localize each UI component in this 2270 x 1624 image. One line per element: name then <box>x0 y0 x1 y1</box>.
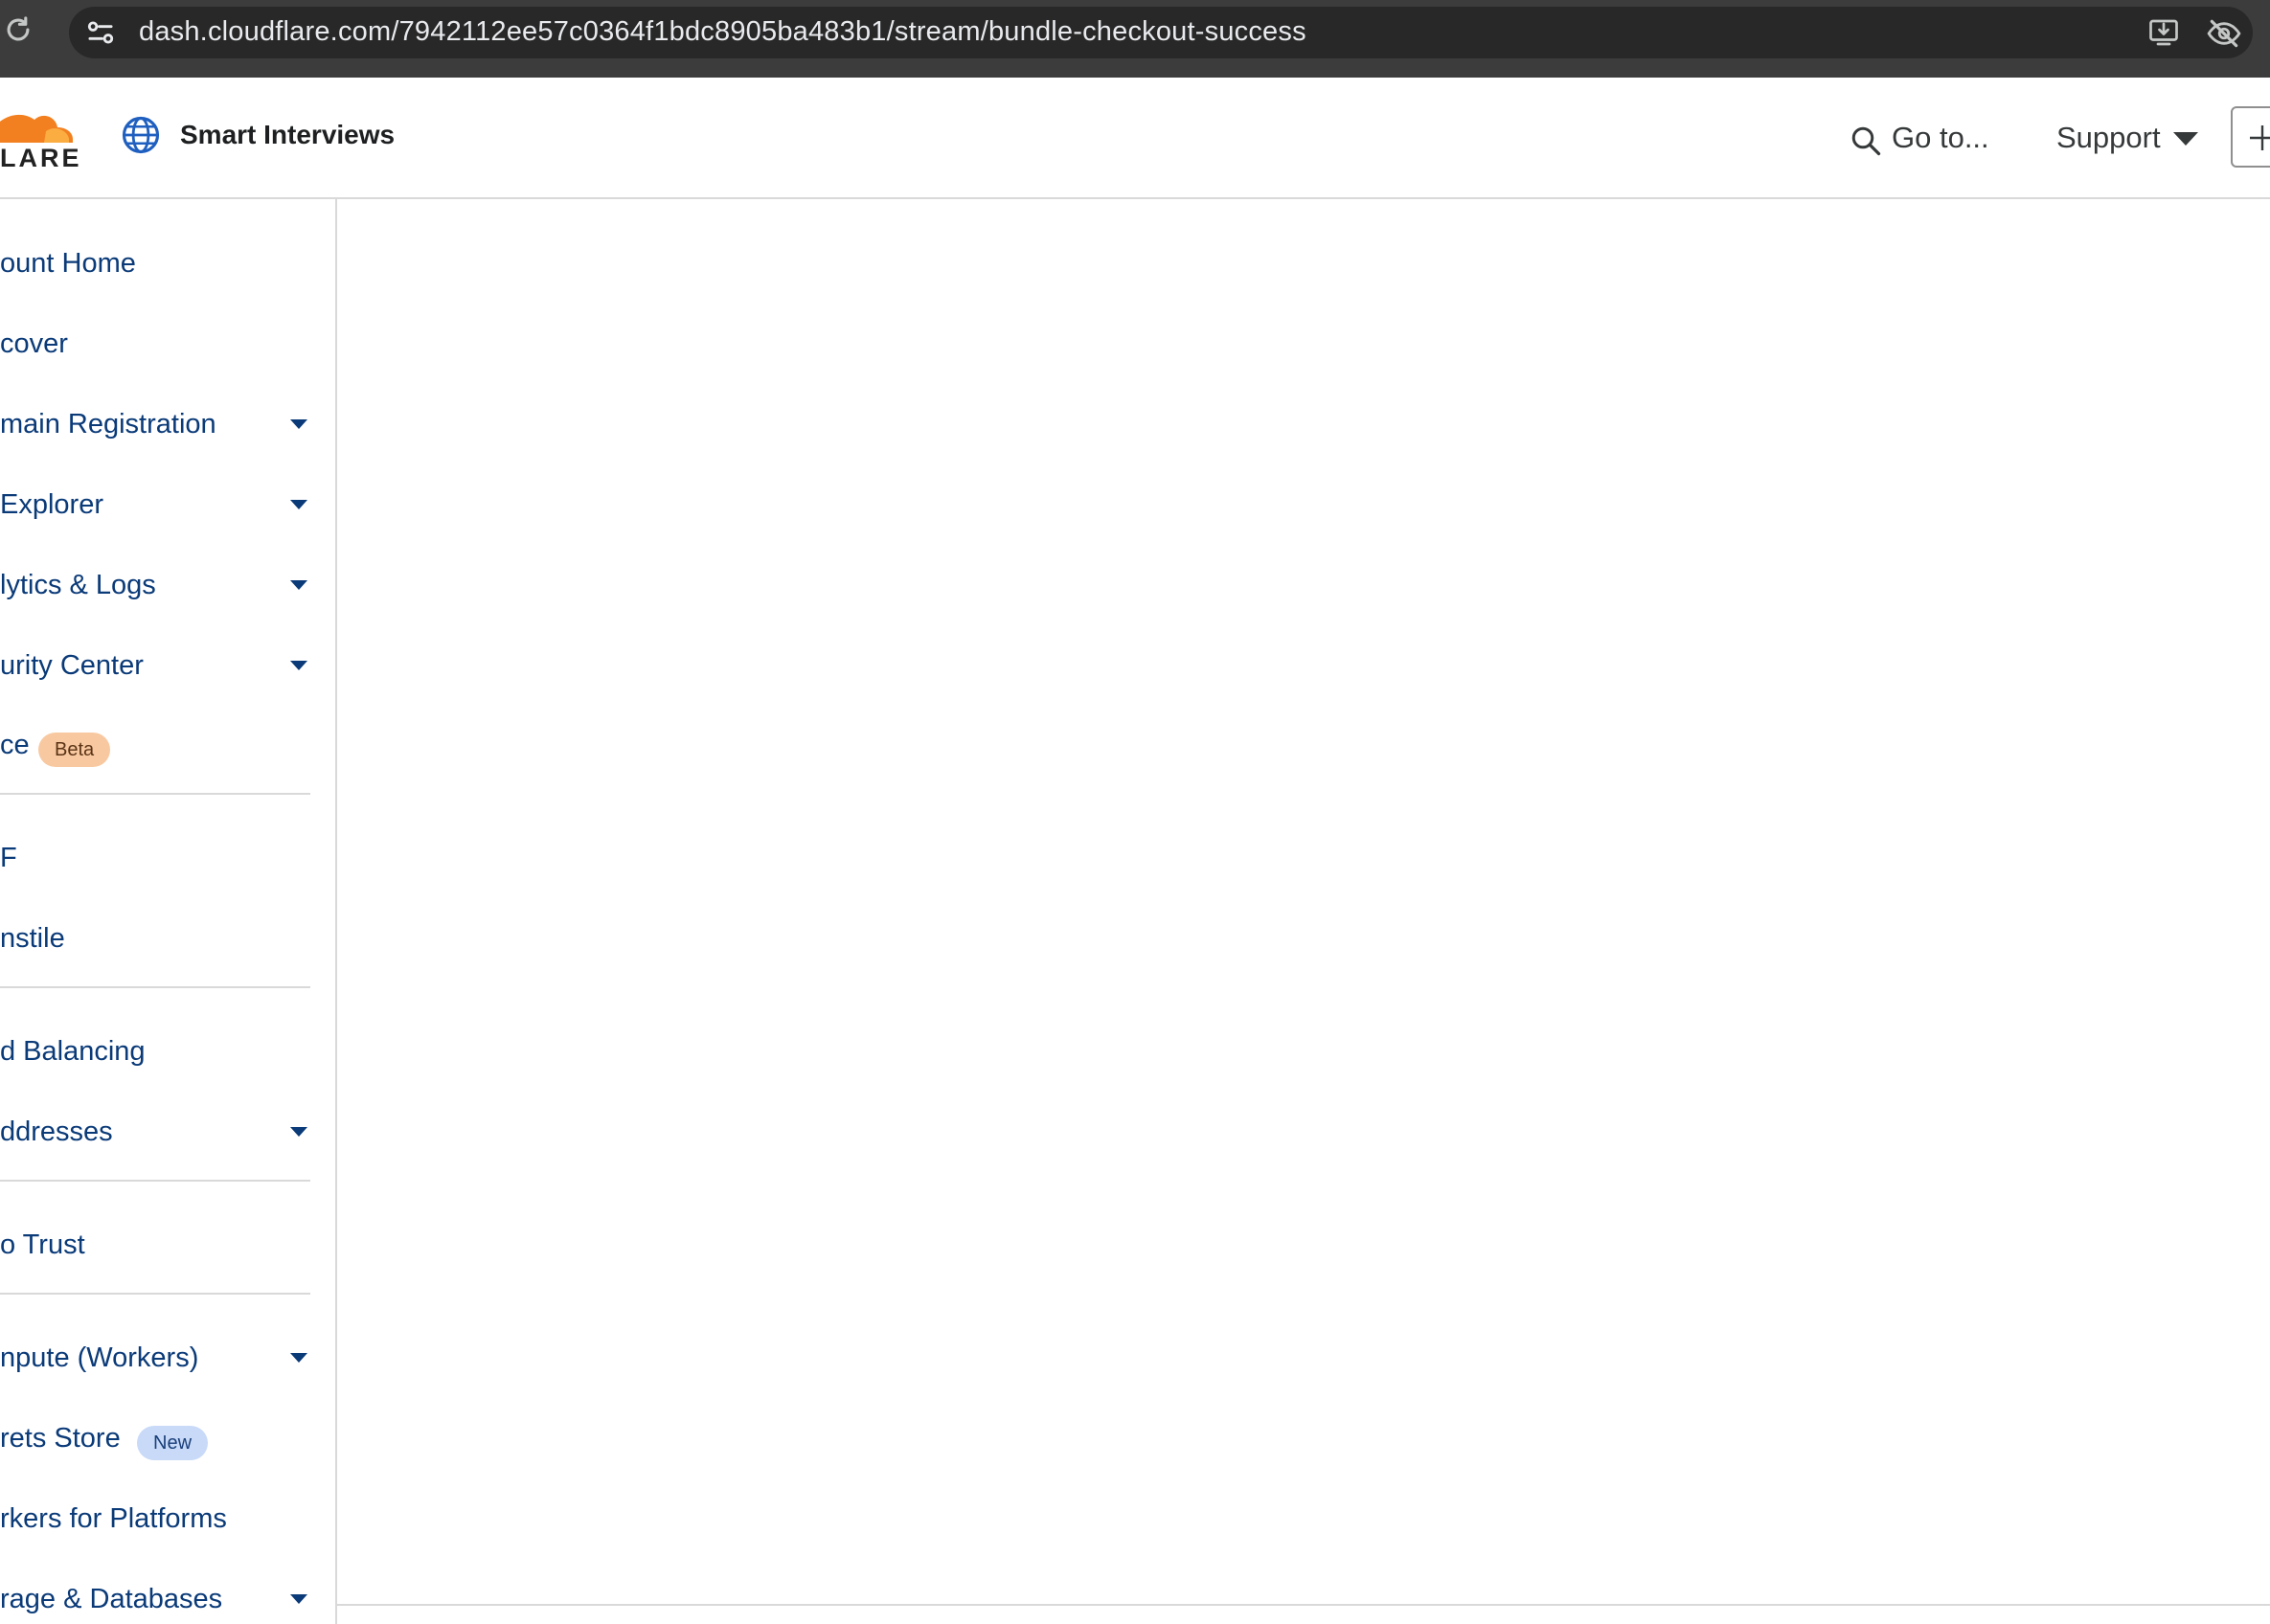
sidebar-item-label: o Trust <box>0 1229 85 1260</box>
sidebar-item-label: d Balancing <box>0 1036 146 1067</box>
address-bar[interactable]: dash.cloudflare.com/7942112ee57c0364f1bd… <box>69 7 2253 58</box>
site-info-icon[interactable] <box>82 14 119 51</box>
browser-toolbar: dash.cloudflare.com/7942112ee57c0364f1bd… <box>0 0 2270 78</box>
app-header: LARE Smart Interviews Go to... Support <box>0 78 2270 199</box>
sidebar-divider <box>0 986 310 988</box>
sidebar-item-discover[interactable]: cover <box>0 315 316 372</box>
sidebar-divider <box>0 793 310 795</box>
sidebar-item-waf[interactable]: F <box>0 829 316 887</box>
sidebar-nav: ount Home cover main Registration Explor… <box>0 199 337 1624</box>
sidebar-item-label: npute (Workers) <box>0 1342 199 1373</box>
chevron-down-icon <box>290 661 307 670</box>
sidebar-item-security-center[interactable]: urity Center <box>0 637 316 694</box>
sidebar-item-analytics-logs[interactable]: lytics & Logs <box>0 556 316 614</box>
sidebar-item-compute-workers[interactable]: npute (Workers) <box>0 1329 316 1387</box>
beta-badge: Beta <box>38 733 111 767</box>
chevron-down-icon <box>290 1594 307 1604</box>
reload-icon[interactable] <box>2 13 34 46</box>
footer-divider <box>337 1604 2270 1606</box>
sidebar-item-label: lytics & Logs <box>0 570 156 600</box>
chevron-down-icon <box>290 419 307 429</box>
sidebar-item-label: F <box>0 843 17 873</box>
add-button[interactable] <box>2231 106 2270 168</box>
sidebar-item-label: ce <box>0 730 30 760</box>
sidebar-item-label: urity Center <box>0 650 144 681</box>
sidebar-item-ip-addresses[interactable]: ddresses <box>0 1103 316 1161</box>
globe-icon <box>122 116 160 154</box>
sidebar-item-workers-for-platforms[interactable]: rkers for Platforms <box>0 1490 316 1547</box>
sidebar-item-label: Explorer <box>0 489 103 520</box>
goto-search-button[interactable]: Go to... <box>1892 121 1989 155</box>
sidebar-item-zero-trust[interactable]: o Trust <box>0 1216 316 1274</box>
sidebar-item-label: ount Home <box>0 248 136 279</box>
chevron-down-icon <box>290 1127 307 1137</box>
install-icon[interactable] <box>2145 15 2182 50</box>
sidebar-item-secrets-store[interactable]: rets Store New <box>0 1410 316 1467</box>
support-menu-button[interactable]: Support <box>2056 121 2161 155</box>
chevron-down-icon <box>290 500 307 509</box>
main-content <box>337 199 2270 1603</box>
sidebar-item-label: rage & Databases <box>0 1584 223 1614</box>
sidebar-item-label: ddresses <box>0 1116 113 1147</box>
sidebar-item-label: rets Store <box>0 1423 121 1454</box>
sidebar-item-label: nstile <box>0 923 65 954</box>
sidebar-item-label: rkers for Platforms <box>0 1503 227 1534</box>
sidebar-item-load-balancing[interactable]: d Balancing <box>0 1023 316 1080</box>
sidebar-item-label: main Registration <box>0 409 216 440</box>
sidebar-item-turnstile[interactable]: nstile <box>0 910 316 967</box>
url-text[interactable]: dash.cloudflare.com/7942112ee57c0364f1bd… <box>139 16 1306 48</box>
chevron-down-icon[interactable] <box>2172 131 2199 147</box>
logo-text: LARE <box>0 144 82 172</box>
plus-icon <box>2250 125 2270 150</box>
sidebar-divider <box>0 1180 310 1182</box>
chevron-down-icon <box>290 1353 307 1363</box>
sidebar-divider <box>0 1293 310 1295</box>
account-name[interactable]: Smart Interviews <box>180 120 395 150</box>
new-badge: New <box>137 1426 209 1460</box>
search-icon[interactable] <box>1849 124 1883 158</box>
sidebar-item-beta-feature[interactable]: ce Beta <box>0 716 316 774</box>
sidebar-item-account-home[interactable]: ount Home <box>0 235 316 292</box>
sidebar-item-explorer[interactable]: Explorer <box>0 476 316 533</box>
sidebar-item-storage-databases[interactable]: rage & Databases <box>0 1570 316 1624</box>
sidebar-item-label: cover <box>0 328 68 359</box>
sidebar-item-domain-registration[interactable]: main Registration <box>0 395 316 453</box>
eye-off-icon[interactable] <box>2205 15 2243 52</box>
chevron-down-icon <box>290 580 307 590</box>
